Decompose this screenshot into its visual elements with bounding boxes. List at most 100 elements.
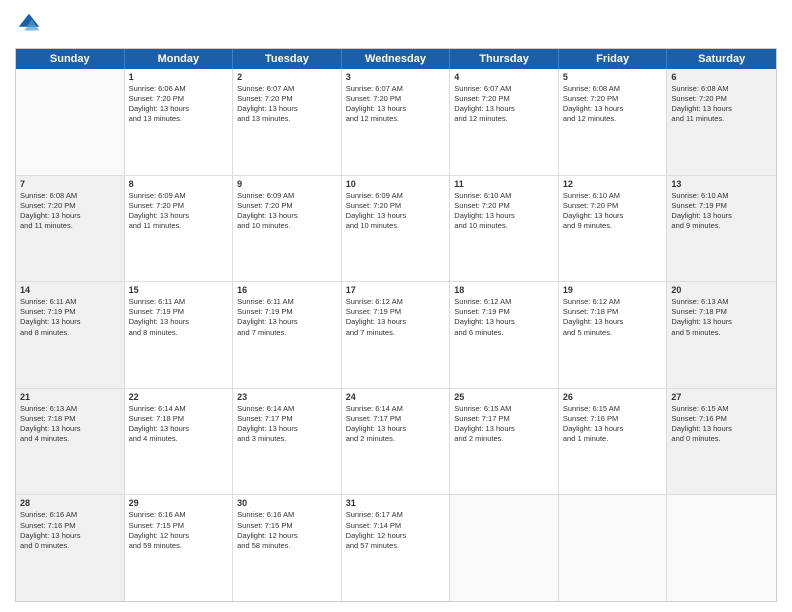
day-info: Sunrise: 6:08 AM Sunset: 7:20 PM Dayligh… [563,84,663,125]
day-cell-21: 21Sunrise: 6:13 AM Sunset: 7:18 PM Dayli… [16,389,125,495]
day-cell-31: 31Sunrise: 6:17 AM Sunset: 7:14 PM Dayli… [342,495,451,601]
empty-cell [16,69,125,175]
page: SundayMondayTuesdayWednesdayThursdayFrid… [0,0,792,612]
day-cell-28: 28 Sunrise: 6:16 AM Sunset: 7:16 PM Dayli… [16,495,125,601]
day-number: 30 [237,498,337,508]
day-info: Sunrise: 6:09 AM Sunset: 7:20 PM Dayligh… [129,191,229,232]
day-number: 29 [129,498,229,508]
day-info: Sunrise: 6:07 AM Sunset: 7:20 PM Dayligh… [237,84,337,125]
day-number: 9 [237,179,337,189]
day-number: 27 [671,392,772,402]
day-cell-27: 27 Sunrise: 6:15 AM Sunset: 7:16 PM Dayli… [667,389,776,495]
week-row-3: 14 Sunrise: 6:11 AM Sunset: 7:19 PM Dayli… [16,282,776,389]
header-day-sunday: Sunday [16,49,125,69]
day-number: 17 [346,285,446,295]
day-info: Sunrise: 6:12 AM Sunset: 7:19 PM Dayligh… [346,297,446,338]
day-number: 22 [129,392,229,402]
day-cell-3: 3Sunrise: 6:07 AM Sunset: 7:20 PM Daylig… [342,69,451,175]
day-cell-15: 15 Sunrise: 6:11 AM Sunset: 7:19 PM Dayli… [125,282,234,388]
logo [15,10,47,38]
day-cell-23: 23Sunrise: 6:14 AM Sunset: 7:17 PM Dayli… [233,389,342,495]
header [15,10,777,38]
day-number: 15 [129,285,229,295]
day-info: Sunrise: 6:10 AM Sunset: 7:20 PM Dayligh… [563,191,663,232]
day-info: Sunrise: 6:11 AM Sunset: 7:19 PM Dayligh… [129,297,229,338]
day-info: Sunrise: 6:12 AM Sunset: 7:18 PM Dayligh… [563,297,663,338]
day-cell-2: 2 Sunrise: 6:07 AM Sunset: 7:20 PM Daylig… [233,69,342,175]
day-cell-8: 8 Sunrise: 6:09 AM Sunset: 7:20 PM Daylig… [125,176,234,282]
day-cell-7: 7 Sunrise: 6:08 AM Sunset: 7:20 PM Daylig… [16,176,125,282]
day-number: 11 [454,179,554,189]
day-cell-16: 16 Sunrise: 6:11 AM Sunset: 7:19 PM Dayli… [233,282,342,388]
day-number: 6 [671,72,772,82]
day-info: Sunrise: 6:15 AM Sunset: 7:16 PM Dayligh… [563,404,663,445]
day-number: 16 [237,285,337,295]
day-cell-29: 29 Sunrise: 6:16 AM Sunset: 7:15 PM Dayli… [125,495,234,601]
header-day-saturday: Saturday [667,49,776,69]
day-cell-12: 12 Sunrise: 6:10 AM Sunset: 7:20 PM Dayli… [559,176,668,282]
day-info: Sunrise: 6:14 AM Sunset: 7:17 PM Dayligh… [346,404,446,445]
calendar-body: 1Sunrise: 6:06 AM Sunset: 7:20 PM Daylig… [16,69,776,601]
day-info: Sunrise: 6:16 AM Sunset: 7:15 PM Dayligh… [129,510,229,551]
day-number: 5 [563,72,663,82]
calendar-header: SundayMondayTuesdayWednesdayThursdayFrid… [16,49,776,69]
day-number: 14 [20,285,120,295]
day-cell-10: 10 Sunrise: 6:09 AM Sunset: 7:20 PM Dayli… [342,176,451,282]
header-day-tuesday: Tuesday [233,49,342,69]
day-cell-20: 20 Sunrise: 6:13 AM Sunset: 7:18 PM Dayli… [667,282,776,388]
day-cell-25: 25 Sunrise: 6:15 AM Sunset: 7:17 PM Dayli… [450,389,559,495]
day-info: Sunrise: 6:15 AM Sunset: 7:16 PM Dayligh… [671,404,772,445]
day-info: Sunrise: 6:11 AM Sunset: 7:19 PM Dayligh… [20,297,120,338]
day-number: 25 [454,392,554,402]
day-cell-4: 4Sunrise: 6:07 AM Sunset: 7:20 PM Daylig… [450,69,559,175]
day-info: Sunrise: 6:06 AM Sunset: 7:20 PM Dayligh… [129,84,229,125]
day-info: Sunrise: 6:14 AM Sunset: 7:17 PM Dayligh… [237,404,337,445]
day-number: 8 [129,179,229,189]
day-cell-9: 9 Sunrise: 6:09 AM Sunset: 7:20 PM Daylig… [233,176,342,282]
day-info: Sunrise: 6:10 AM Sunset: 7:20 PM Dayligh… [454,191,554,232]
empty-cell [450,495,559,601]
week-row-4: 21Sunrise: 6:13 AM Sunset: 7:18 PM Dayli… [16,389,776,496]
week-row-2: 7 Sunrise: 6:08 AM Sunset: 7:20 PM Daylig… [16,176,776,283]
day-number: 10 [346,179,446,189]
day-cell-22: 22Sunrise: 6:14 AM Sunset: 7:18 PM Dayli… [125,389,234,495]
day-info: Sunrise: 6:10 AM Sunset: 7:19 PM Dayligh… [671,191,772,232]
day-info: Sunrise: 6:11 AM Sunset: 7:19 PM Dayligh… [237,297,337,338]
day-info: Sunrise: 6:16 AM Sunset: 7:16 PM Dayligh… [20,510,120,551]
day-info: Sunrise: 6:16 AM Sunset: 7:15 PM Dayligh… [237,510,337,551]
calendar: SundayMondayTuesdayWednesdayThursdayFrid… [15,48,777,602]
day-cell-6: 6 Sunrise: 6:08 AM Sunset: 7:20 PM Daylig… [667,69,776,175]
day-number: 18 [454,285,554,295]
week-row-1: 1Sunrise: 6:06 AM Sunset: 7:20 PM Daylig… [16,69,776,176]
day-info: Sunrise: 6:13 AM Sunset: 7:18 PM Dayligh… [671,297,772,338]
day-number: 20 [671,285,772,295]
header-day-friday: Friday [559,49,668,69]
logo-icon [15,10,43,38]
day-number: 2 [237,72,337,82]
day-number: 7 [20,179,120,189]
day-info: Sunrise: 6:09 AM Sunset: 7:20 PM Dayligh… [346,191,446,232]
day-cell-5: 5 Sunrise: 6:08 AM Sunset: 7:20 PM Daylig… [559,69,668,175]
day-info: Sunrise: 6:15 AM Sunset: 7:17 PM Dayligh… [454,404,554,445]
day-number: 26 [563,392,663,402]
day-info: Sunrise: 6:08 AM Sunset: 7:20 PM Dayligh… [20,191,120,232]
header-day-wednesday: Wednesday [342,49,451,69]
day-info: Sunrise: 6:12 AM Sunset: 7:19 PM Dayligh… [454,297,554,338]
day-number: 31 [346,498,446,508]
day-number: 19 [563,285,663,295]
empty-cell [559,495,668,601]
empty-cell [667,495,776,601]
day-cell-19: 19 Sunrise: 6:12 AM Sunset: 7:18 PM Dayli… [559,282,668,388]
day-info: Sunrise: 6:07 AM Sunset: 7:20 PM Dayligh… [346,84,446,125]
day-info: Sunrise: 6:08 AM Sunset: 7:20 PM Dayligh… [671,84,772,125]
day-number: 21 [20,392,120,402]
header-day-monday: Monday [125,49,234,69]
day-info: Sunrise: 6:07 AM Sunset: 7:20 PM Dayligh… [454,84,554,125]
day-info: Sunrise: 6:09 AM Sunset: 7:20 PM Dayligh… [237,191,337,232]
day-cell-14: 14 Sunrise: 6:11 AM Sunset: 7:19 PM Dayli… [16,282,125,388]
day-number: 28 [20,498,120,508]
day-cell-11: 11 Sunrise: 6:10 AM Sunset: 7:20 PM Dayli… [450,176,559,282]
week-row-5: 28 Sunrise: 6:16 AM Sunset: 7:16 PM Dayli… [16,495,776,601]
day-cell-26: 26 Sunrise: 6:15 AM Sunset: 7:16 PM Dayli… [559,389,668,495]
day-number: 12 [563,179,663,189]
